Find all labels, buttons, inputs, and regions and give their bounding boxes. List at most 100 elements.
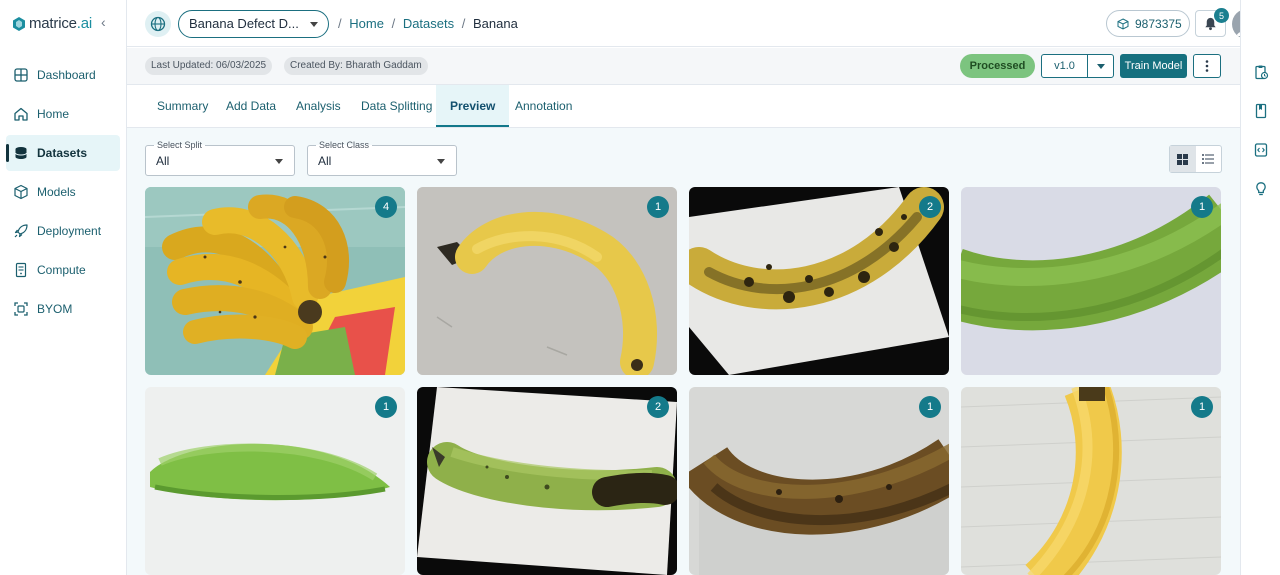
annotation-count-badge: 1 <box>919 396 941 418</box>
more-options-button[interactable] <box>1193 54 1221 78</box>
sidebar-item-label: BYOM <box>37 302 73 316</box>
logo-icon <box>13 16 25 31</box>
banana-image <box>145 187 405 375</box>
bookmark-book-icon[interactable] <box>1253 103 1269 119</box>
image-card[interactable]: 2 <box>689 187 949 375</box>
sidebar-item-datasets[interactable]: Datasets <box>6 135 120 171</box>
rocket-icon <box>13 223 29 239</box>
code-file-icon[interactable] <box>1253 142 1269 158</box>
version-value: v1.0 <box>1054 60 1075 72</box>
split-select-label: Select Split <box>154 140 206 150</box>
train-model-button[interactable]: Train Model <box>1120 54 1187 78</box>
sidebar-item-deployment[interactable]: Deployment <box>6 213 120 249</box>
database-icon <box>13 145 29 161</box>
split-select[interactable]: Select Split All <box>145 140 295 176</box>
notifications-button[interactable]: 5 <box>1195 8 1229 37</box>
split-select-value: All <box>156 154 170 168</box>
caret-down-icon <box>437 159 445 164</box>
scan-icon <box>13 301 29 317</box>
banana-image <box>689 387 949 575</box>
breadcrumb-separator: / <box>461 16 466 31</box>
tab-preview[interactable]: Preview <box>436 85 510 127</box>
view-toggle <box>1169 145 1222 173</box>
lightbulb-icon[interactable] <box>1253 181 1269 197</box>
version-select[interactable]: v1.0 <box>1041 54 1114 78</box>
grid-view-icon[interactable] <box>1170 146 1196 172</box>
cube-icon <box>13 184 29 200</box>
sidebar-item-label: Dashboard <box>37 68 96 82</box>
breadcrumb: / Home / Datasets / Banana <box>334 16 518 31</box>
breadcrumb-datasets[interactable]: Datasets <box>403 16 454 31</box>
image-card[interactable]: 4 <box>145 187 405 375</box>
annotation-count-badge: 1 <box>375 396 397 418</box>
banana-image <box>961 187 1221 375</box>
brand-name: matrice.ai <box>29 15 93 32</box>
image-card[interactable]: 1 <box>417 187 677 375</box>
sidebar-item-label: Datasets <box>37 146 88 160</box>
annotation-count-badge: 2 <box>919 196 941 218</box>
class-select[interactable]: Select Class All <box>307 140 457 176</box>
sidebar-item-label: Models <box>37 185 76 199</box>
image-card[interactable]: 1 <box>961 187 1221 375</box>
dataset-tabs: Summary Add Data Analysis Data Splitting… <box>127 85 1240 128</box>
sidebar-item-models[interactable]: Models <box>6 174 120 210</box>
tab-summary[interactable]: Summary <box>145 85 220 127</box>
tab-annotation[interactable]: Annotation <box>503 85 584 127</box>
cube-icon <box>1117 17 1129 30</box>
breadcrumb-current: Banana <box>473 16 518 31</box>
credits-value: 9873375 <box>1135 16 1182 31</box>
image-card[interactable]: 1 <box>145 387 405 575</box>
sidebar-item-home[interactable]: Home <box>6 96 120 132</box>
annotation-count-badge: 2 <box>647 396 669 418</box>
sidebar-item-label: Deployment <box>37 224 102 238</box>
sidebar: matrice.ai ‹ Dashboard Home Datasets Mod… <box>0 0 127 575</box>
banana-image <box>417 387 677 575</box>
image-card[interactable]: 1 <box>689 387 949 575</box>
class-select-value: All <box>318 154 332 168</box>
chevron-left-icon[interactable]: ‹ <box>101 14 106 30</box>
project-select-value: Banana Defect D... <box>189 16 299 31</box>
sidebar-item-compute[interactable]: Compute <box>6 252 120 288</box>
annotation-count-badge: 1 <box>647 196 669 218</box>
project-globe-icon <box>145 11 171 37</box>
dataset-info-bar: Last Updated: 06/03/2025 Created By: Bha… <box>127 48 1240 85</box>
right-rail <box>1240 0 1280 575</box>
tab-add-data[interactable]: Add Data <box>214 85 288 127</box>
annotation-count-badge: 4 <box>375 196 397 218</box>
top-bar: Banana Defect D... / Home / Datasets / B… <box>127 0 1262 47</box>
project-select[interactable]: Banana Defect D... <box>178 10 329 38</box>
clipboard-clock-icon[interactable] <box>1253 64 1269 80</box>
sidebar-item-byom[interactable]: BYOM <box>6 291 120 327</box>
banana-image <box>145 387 405 575</box>
tab-data-splitting[interactable]: Data Splitting <box>349 85 444 127</box>
sidebar-item-dashboard[interactable]: Dashboard <box>6 57 120 93</box>
sidebar-item-label: Compute <box>37 263 86 277</box>
banana-image <box>689 187 949 375</box>
class-select-label: Select Class <box>316 140 373 150</box>
image-card[interactable]: 1 <box>961 387 1221 575</box>
caret-down-icon <box>275 159 283 164</box>
kebab-menu-icon <box>1205 60 1209 72</box>
notification-count: 5 <box>1214 8 1229 23</box>
server-icon <box>13 262 29 278</box>
list-view-icon[interactable] <box>1196 146 1222 172</box>
status-badge: Processed <box>960 54 1035 78</box>
image-card[interactable]: 2 <box>417 387 677 575</box>
created-by-chip: Created By: Bharath Gaddam <box>284 57 428 75</box>
credits-badge[interactable]: 9873375 <box>1106 10 1190 37</box>
tab-analysis[interactable]: Analysis <box>284 85 353 127</box>
caret-down-icon <box>310 22 318 27</box>
brand-logo[interactable]: matrice.ai <box>0 0 126 47</box>
annotation-count-badge: 1 <box>1191 196 1213 218</box>
sidebar-item-label: Home <box>37 107 70 121</box>
grid-icon <box>13 67 29 83</box>
breadcrumb-home[interactable]: Home <box>349 16 384 31</box>
caret-down-icon[interactable] <box>1087 55 1114 77</box>
breadcrumb-separator: / <box>338 16 342 31</box>
preview-panel: Select Split All Select Class All 4 1 2 … <box>127 128 1240 575</box>
annotation-count-badge: 1 <box>1191 396 1213 418</box>
home-icon <box>13 106 29 122</box>
app-root: matrice.ai ‹ Dashboard Home Datasets Mod… <box>0 0 1280 575</box>
banana-image <box>417 187 677 375</box>
banana-image <box>961 387 1221 575</box>
